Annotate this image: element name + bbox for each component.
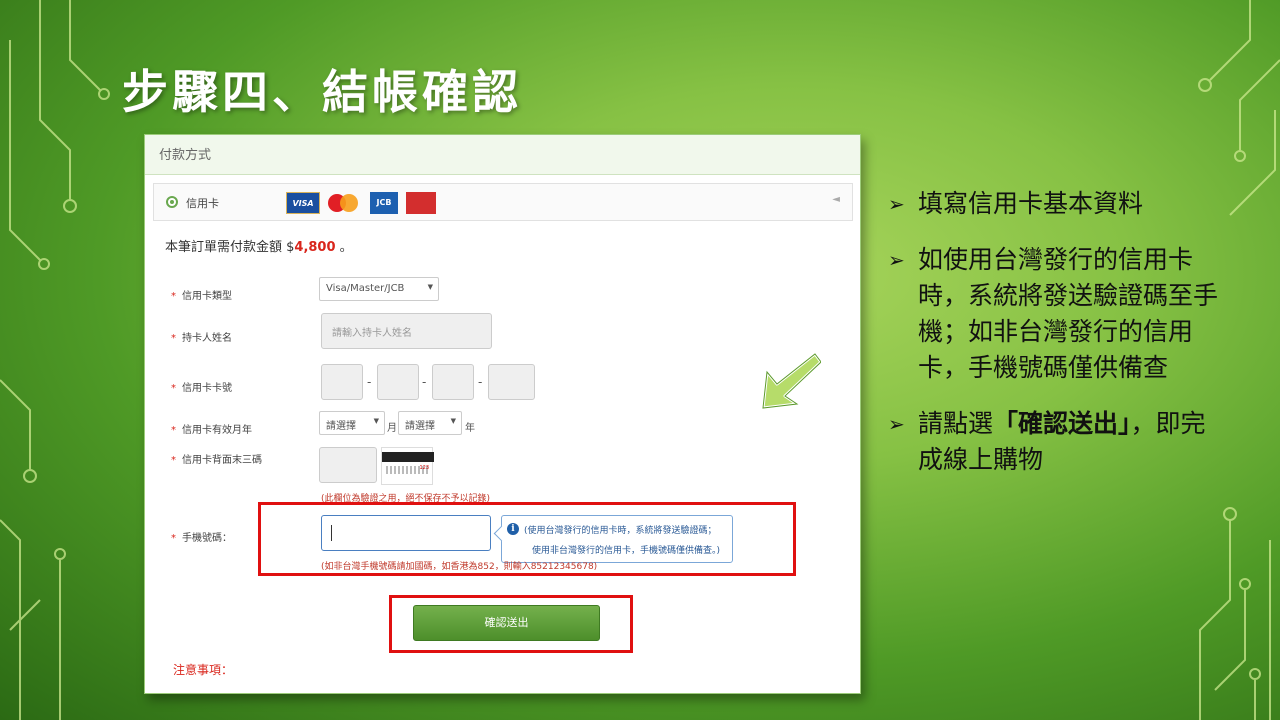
amount-value: 4,800 <box>294 240 336 255</box>
month-unit: 月 <box>387 423 397 434</box>
card-number-label: * 信用卡卡號 <box>171 383 232 394</box>
card-number-part-2[interactable] <box>377 364 419 400</box>
arrow-bullet-icon: ➢ <box>888 412 905 436</box>
dash: - <box>478 375 483 389</box>
phone-label: * 手機號碼： <box>171 533 232 544</box>
dropdown-caret-icon: ▼ <box>427 283 433 291</box>
card-type-select[interactable]: Visa/Master/JCB ▼ <box>319 277 439 301</box>
expiry-label: * 信用卡有效月年 <box>171 425 252 436</box>
amount-suffix: 。 <box>339 240 353 255</box>
arrow-bullet-icon: ➢ <box>888 192 905 216</box>
amount-line: 本筆訂單需付款金額 $4,800 。 <box>165 236 353 255</box>
card-number-part-1[interactable] <box>321 364 363 400</box>
holder-name-label: * 持卡人姓名 <box>171 333 232 344</box>
instruction-item: ➢ 如使用台灣發行的信用卡時，系統將發送驗證碼至手機；如非台灣發行的信用卡，手機… <box>888 242 1228 386</box>
dash: - <box>422 375 427 389</box>
year-unit: 年 <box>465 423 475 434</box>
mastercard-logo <box>326 192 360 214</box>
expiry-month-select[interactable]: 請選擇 ▼ <box>319 411 385 435</box>
holder-name-input[interactable]: 請輸入持卡人姓名 <box>321 313 492 349</box>
payment-method-credit-card[interactable]: 信用卡 VISA JCB ◄ <box>153 183 853 221</box>
radio-selected-icon[interactable] <box>166 196 178 208</box>
phone-highlight-box <box>258 502 796 576</box>
dash: - <box>367 375 372 389</box>
slide-title: 步驟四、結帳確認 <box>122 65 522 119</box>
unionpay-logo <box>406 192 436 214</box>
dropdown-caret-icon: ▼ <box>450 417 456 425</box>
instruction-item: ➢ 請點選「確認送出」，即完成線上購物 <box>888 406 1228 478</box>
cvv-label: * 信用卡背面末三碼 <box>171 455 262 466</box>
card-number-part-3[interactable] <box>432 364 474 400</box>
card-type-label: * 信用卡類型 <box>171 291 232 302</box>
green-arrow-icon <box>761 352 821 410</box>
method-label: 信用卡 <box>186 197 219 210</box>
notes-label: 注意事項： <box>173 663 234 677</box>
panel-header: 付款方式 <box>145 135 860 175</box>
dropdown-caret-icon: ▼ <box>373 417 379 425</box>
card-back-image: 123 <box>381 447 434 485</box>
jcb-logo: JCB <box>370 192 398 214</box>
submit-highlight-box <box>389 595 633 653</box>
amount-prefix: 本筆訂單需付款金額 $ <box>165 240 295 255</box>
expiry-year-select[interactable]: 請選擇 ▼ <box>398 411 462 435</box>
collapse-arrow-icon[interactable]: ◄ <box>832 194 840 205</box>
cvv-input[interactable] <box>319 447 377 483</box>
instruction-item: ➢ 填寫信用卡基本資料 <box>888 186 1228 222</box>
visa-logo: VISA <box>286 192 320 214</box>
card-number-part-4[interactable] <box>488 364 535 400</box>
arrow-bullet-icon: ➢ <box>888 248 905 272</box>
instruction-list: ➢ 填寫信用卡基本資料 ➢ 如使用台灣發行的信用卡時，系統將發送驗證碼至手機；如… <box>888 186 1228 498</box>
